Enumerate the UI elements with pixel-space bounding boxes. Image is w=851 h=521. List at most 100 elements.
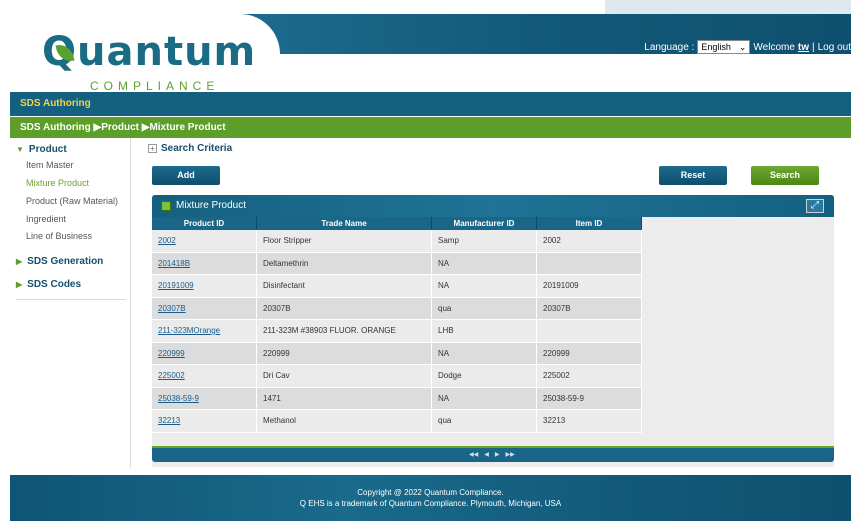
cell-trade-name: Deltamethrin — [257, 252, 432, 275]
first-page-icon[interactable]: ◀◀ — [469, 451, 478, 458]
add-button[interactable]: Add — [152, 166, 220, 185]
triangle-down-icon: ▼ — [16, 145, 24, 154]
welcome-text: Welcome — [753, 41, 795, 53]
cell-item-id: 220999 — [537, 342, 642, 365]
module-title[interactable]: SDS Authoring — [20, 98, 91, 109]
sidebar-section-sds-generation[interactable]: ▶ SDS Generation — [16, 256, 103, 267]
sidebar-section-sds-codes[interactable]: ▶ SDS Codes — [16, 279, 81, 290]
sidebar-section-label: SDS Generation — [27, 256, 104, 267]
chevron-down-icon: ⌄ — [738, 41, 747, 52]
language-label: Language : — [644, 41, 695, 53]
reset-button[interactable]: Reset — [659, 166, 727, 185]
separator: | — [812, 41, 815, 53]
top-corner-panel — [605, 0, 851, 14]
header: Quantum COMPLIANCE Language : English ⌄ … — [10, 14, 851, 93]
trademark-text: Q EHS is a trademark of Quantum Complian… — [299, 499, 562, 508]
sidebar-section-product[interactable]: ▼ Product — [16, 144, 67, 155]
column-header-item-id[interactable]: Item ID — [537, 217, 642, 230]
cell-manufacturer-id: qua — [432, 297, 537, 320]
cell-manufacturer-id: NA — [432, 252, 537, 275]
column-header-trade-name[interactable]: Trade Name — [257, 217, 432, 230]
cell-item-id: 20307B — [537, 297, 642, 320]
copyright-text: Copyright @ 2022 Quantum Compliance. — [357, 488, 504, 497]
cell-item-id: 20191009 — [537, 275, 642, 298]
table-row[interactable]: 2002 Floor Stripper Samp 2002 — [152, 230, 642, 253]
cell-manufacturer-id: NA — [432, 275, 537, 298]
cell-product-id[interactable]: 2002 — [152, 230, 257, 253]
cell-product-id[interactable]: 20307B — [152, 297, 257, 320]
search-criteria-label: Search Criteria — [161, 143, 233, 154]
top-strip — [0, 0, 851, 14]
mixture-product-grid: Mixture Product ⤢ Product ID Trade Name … — [152, 195, 834, 467]
table-row[interactable]: 220999 220999 NA 220999 — [152, 342, 642, 365]
sidebar-item-item-master[interactable]: Item Master — [26, 160, 74, 170]
cell-manufacturer-id: NA — [432, 387, 537, 410]
sidebar-item-ingredient[interactable]: Ingredient — [26, 214, 66, 224]
grid-icon — [161, 201, 171, 211]
prev-page-icon[interactable]: ◀ — [484, 451, 489, 458]
sidebar-divider — [16, 299, 126, 300]
sidebar-item-line-of-business[interactable]: Line of Business — [26, 231, 92, 241]
cell-product-id[interactable]: 220999 — [152, 342, 257, 365]
cell-trade-name: 1471 — [257, 387, 432, 410]
cell-product-id[interactable]: 32213 — [152, 410, 257, 433]
next-page-icon[interactable]: ▶ — [495, 451, 500, 458]
cell-product-id[interactable]: 25038-59-9 — [152, 387, 257, 410]
cell-trade-name: Dri Cav — [257, 365, 432, 388]
sidebar-item-mixture-product[interactable]: Mixture Product — [26, 178, 89, 188]
cell-product-id[interactable]: 201418B — [152, 252, 257, 275]
logo-text: Quantum — [42, 29, 257, 75]
cell-trade-name: Floor Stripper — [257, 230, 432, 253]
sidebar-item-product-raw-material[interactable]: Product (Raw Material) — [26, 196, 118, 206]
footer: Copyright @ 2022 Quantum Compliance. Q E… — [10, 475, 851, 521]
cell-item-id: 32213 — [537, 410, 642, 433]
username-link[interactable]: tw — [798, 42, 809, 53]
cell-product-id[interactable]: 20191009 — [152, 275, 257, 298]
plus-icon: + — [148, 144, 157, 153]
triangle-right-icon: ▶ — [16, 280, 23, 289]
table-row[interactable]: 32213 Methanol qua 32213 — [152, 410, 642, 433]
sidebar-section-label: SDS Codes — [27, 279, 82, 290]
search-button[interactable]: Search — [751, 166, 819, 185]
table-row[interactable]: 211-323MOrange 211-323M #38903 FLUOR. ORA… — [152, 320, 642, 343]
search-criteria-toggle[interactable]: + Search Criteria — [148, 143, 232, 154]
cell-product-id[interactable]: 225002 — [152, 365, 257, 388]
sidebar-section-label: Product — [28, 144, 67, 155]
breadcrumb-text: SDS Authoring ▶Product ▶Mixture Product — [20, 122, 226, 133]
cell-trade-name: 20307B — [257, 297, 432, 320]
logout-link[interactable]: Log out — [818, 42, 851, 53]
pager: ◀◀ ◀ ▶ ▶▶ — [469, 451, 515, 458]
table-row[interactable]: 20307B 20307B qua 20307B — [152, 297, 642, 320]
cell-trade-name: 220999 — [257, 342, 432, 365]
module-bar: SDS Authoring — [10, 92, 851, 116]
last-page-icon[interactable]: ▶▶ — [505, 451, 514, 458]
language-value: English — [701, 42, 731, 52]
cell-item-id: 25038-59-9 — [537, 387, 642, 410]
cell-manufacturer-id: NA — [432, 342, 537, 365]
table-row[interactable]: 225002 Dri Cav Dodge 225002 — [152, 365, 642, 388]
grid-pager-bar: ◀◀ ◀ ▶ ▶▶ — [152, 446, 834, 462]
grid-rows: 2002 Floor Stripper Samp 2002 201418B Deltame… — [152, 230, 642, 442]
cell-manufacturer-id: qua — [432, 410, 537, 433]
grid-title: Mixture Product — [176, 200, 247, 211]
cell-trade-name: 211-323M #38903 FLUOR. ORANGE — [257, 320, 432, 343]
cell-manufacturer-id: Dodge — [432, 365, 537, 388]
table-row[interactable]: 25038-59-9 1471 NA 25038-59-9 — [152, 387, 642, 410]
cell-product-id[interactable]: 211-323MOrange — [152, 320, 257, 343]
cell-manufacturer-id: Samp — [432, 230, 537, 253]
breadcrumb: SDS Authoring ▶Product ▶Mixture Product — [10, 117, 851, 138]
table-row[interactable]: 20191009 Disinfectant NA 20191009 — [152, 275, 642, 298]
table-row[interactable]: 201418B Deltamethrin NA — [152, 252, 642, 275]
triangle-right-icon: ▶ — [16, 257, 23, 266]
cell-trade-name: Disinfectant — [257, 275, 432, 298]
cell-item-id: 225002 — [537, 365, 642, 388]
grid-title-bar: Mixture Product ⤢ — [152, 195, 834, 217]
expand-icon[interactable]: ⤢ — [806, 199, 824, 213]
cell-item-id: 2002 — [537, 230, 642, 253]
quantum-logo[interactable]: Quantum COMPLIANCE — [42, 29, 257, 93]
logo-subtitle: COMPLIANCE — [90, 79, 220, 93]
column-header-product-id[interactable]: Product ID — [152, 217, 257, 230]
cell-item-id — [537, 252, 642, 275]
language-select[interactable]: English ⌄ — [697, 40, 751, 54]
column-header-manufacturer-id[interactable]: Manufacturer ID — [432, 217, 537, 230]
